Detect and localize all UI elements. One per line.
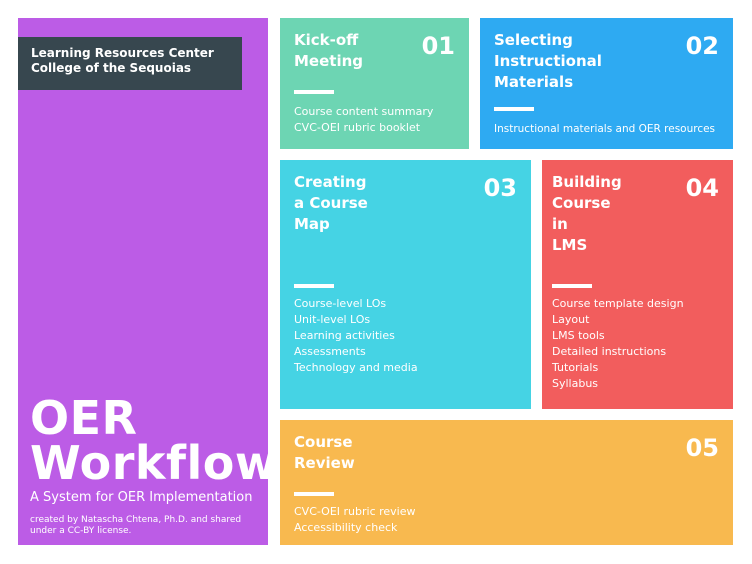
step-items: Instructional materials and OER resource… — [494, 121, 715, 137]
step-item: CVC-OEI rubric review — [294, 505, 416, 518]
step-item: Course-level LOs — [294, 297, 387, 310]
step-title-line: a Course — [294, 194, 368, 212]
step-item: Assessments — [294, 345, 366, 358]
step-number: 02 — [685, 32, 719, 60]
step-title-line: Meeting — [294, 52, 364, 70]
step-item: Technology and media — [294, 361, 418, 374]
divider-bar — [294, 284, 334, 288]
step-title-line: Course — [552, 194, 611, 212]
step-number: 03 — [483, 174, 517, 202]
org-line2: College of the Sequoias — [31, 61, 192, 75]
step-title-line: Instructional — [494, 52, 602, 70]
step-title-line: Materials — [494, 73, 574, 91]
step-item: Unit-level LOs — [294, 313, 371, 326]
step-item: Instructional materials and OER resource… — [494, 123, 716, 135]
step-card-05: Course Review 05 CVC-OEI rubric review A… — [280, 420, 733, 545]
step-item: Syllabus — [552, 377, 599, 390]
main-title-line1: OER — [30, 391, 138, 445]
step-title-line: Building — [552, 173, 622, 191]
step-title: Selecting Instructional Materials — [494, 30, 602, 93]
main-title-line2: Workflow — [30, 436, 278, 490]
divider-bar — [294, 90, 334, 94]
step-title-line: LMS — [552, 236, 588, 254]
main-subtitle: A System for OER Implementation — [30, 490, 253, 505]
step-title: Course Review — [294, 432, 355, 474]
step-title: Creating a Course Map — [294, 172, 368, 235]
step-number: 01 — [421, 32, 455, 60]
step-card-02: Selecting Instructional Materials 02 Ins… — [480, 18, 733, 149]
step-item: Course template design — [552, 297, 684, 310]
step-card-01: Kick-off Meeting 01 Course content summa… — [280, 18, 469, 149]
step-title-line: Kick-off — [294, 31, 359, 49]
organization-label: Learning Resources Center College of the… — [18, 37, 242, 90]
title-panel: OER Workflow A System for OER Implementa… — [18, 18, 277, 545]
step-card-04: Building Course in LMS 04 Course templat… — [542, 160, 733, 409]
step-title-line: in — [552, 215, 568, 233]
step-item: Tutorials — [552, 361, 599, 374]
step-title-line: Review — [294, 454, 355, 472]
step-number: 05 — [685, 434, 719, 462]
step-item: CVC-OEI rubric booklet — [294, 121, 421, 134]
main-title: OER Workflow — [30, 391, 278, 490]
step-item: Detailed instructions — [552, 345, 667, 358]
step-item: Layout — [552, 313, 590, 326]
step-item: LMS tools — [552, 329, 605, 342]
step-items: Course template design Layout LMS tools … — [552, 296, 684, 392]
step-items: CVC-OEI rubric review Accessibility chec… — [294, 504, 416, 536]
step-title: Building Course in LMS — [552, 172, 622, 256]
step-title: Kick-off Meeting — [294, 30, 363, 72]
step-title-line: Map — [294, 215, 330, 233]
credit-text: created by Natascha Chtena, Ph.D. and sh… — [30, 515, 242, 536]
step-title-line: Course — [294, 433, 353, 451]
step-card-03: Creating a Course Map 03 Course-level LO… — [280, 160, 531, 409]
step-items: Course content summary CVC-OEI rubric bo… — [294, 104, 433, 136]
divider-bar — [294, 492, 334, 496]
divider-bar — [494, 107, 534, 111]
step-items: Course-level LOs Unit-level LOs Learning… — [294, 296, 418, 376]
step-title-line: Selecting — [494, 31, 573, 49]
divider-bar — [552, 284, 592, 288]
step-item: Course content summary — [294, 105, 434, 118]
step-item: Accessibility check — [294, 521, 398, 534]
step-title-line: Creating — [294, 173, 367, 191]
step-number: 04 — [685, 174, 719, 202]
org-line1: Learning Resources Center — [31, 46, 214, 60]
step-item: Learning activities — [294, 329, 395, 342]
